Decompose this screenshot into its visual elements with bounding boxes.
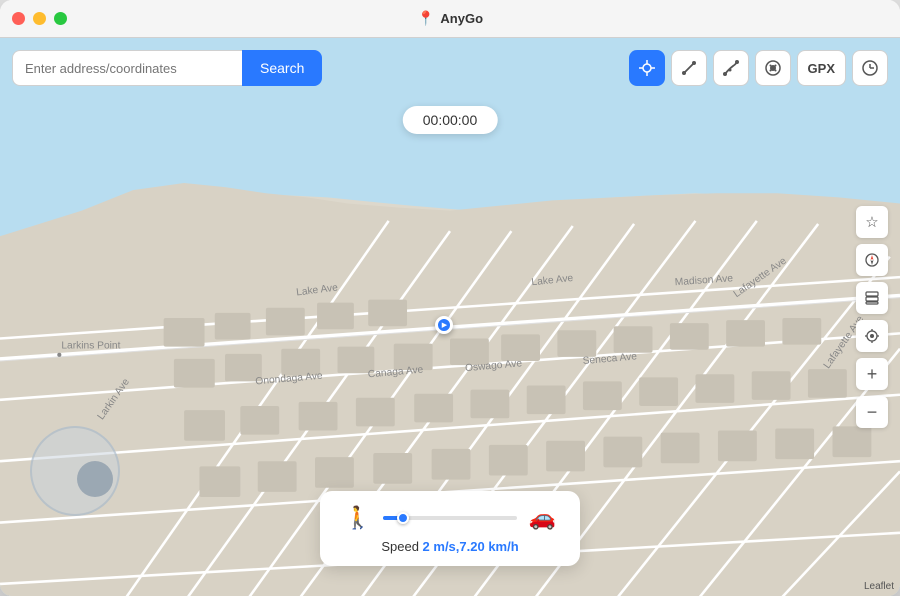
joystick-mode-icon — [764, 59, 782, 77]
search-button[interactable]: Search — [242, 50, 322, 86]
leaflet-credit: Leaflet — [864, 581, 894, 592]
titlebar: 📍 AnyGo — [0, 0, 900, 38]
search-input[interactable] — [12, 50, 242, 86]
zoom-out-icon: − — [867, 402, 878, 423]
traffic-lights — [12, 12, 67, 25]
speed-slider-thumb — [397, 512, 409, 524]
joystick-control[interactable] — [30, 426, 120, 516]
current-location-icon — [864, 328, 880, 344]
history-button[interactable] — [852, 50, 888, 86]
right-sidebar: ☆ — [856, 206, 888, 428]
single-route-button[interactable] — [671, 50, 707, 86]
toolbar-right: GPX — [629, 50, 888, 86]
app-title: AnyGo — [440, 11, 483, 26]
maximize-button[interactable] — [54, 12, 67, 25]
history-icon — [861, 59, 879, 77]
minimize-button[interactable] — [33, 12, 46, 25]
multi-route-icon — [722, 59, 740, 77]
zoom-in-button[interactable]: + — [856, 358, 888, 390]
joystick-mode-button[interactable] — [755, 50, 791, 86]
search-area: Search — [12, 50, 322, 86]
timer-display: 00:00:00 — [403, 106, 498, 134]
walk-icon: 🚶 — [344, 505, 371, 531]
compass-icon — [864, 252, 880, 268]
app-window: 📍 AnyGo — [0, 0, 900, 596]
teleport-button[interactable] — [629, 50, 665, 86]
speed-value: 2 m/s,7.20 km/h — [423, 539, 519, 554]
gpx-label: GPX — [808, 61, 835, 76]
single-route-icon — [680, 59, 698, 77]
star-icon: ☆ — [865, 213, 878, 231]
svg-text:Larkins Point: Larkins Point — [61, 341, 120, 352]
current-location-button[interactable] — [856, 320, 888, 352]
zoom-out-button[interactable]: − — [856, 396, 888, 428]
gpx-button[interactable]: GPX — [797, 50, 846, 86]
zoom-in-icon: + — [867, 364, 878, 385]
timer-value: 00:00:00 — [423, 112, 478, 128]
speed-label: Speed — [381, 539, 419, 554]
close-button[interactable] — [12, 12, 25, 25]
speed-display: Speed 2 m/s,7.20 km/h — [381, 539, 518, 554]
speed-slider-track[interactable] — [383, 516, 516, 520]
crosshair-icon — [638, 59, 656, 77]
layers-button[interactable] — [856, 282, 888, 314]
speed-panel: 🚶 🚗 Speed 2 m/s,7.20 km/h — [320, 491, 580, 566]
compass-button[interactable] — [856, 244, 888, 276]
title-area: 📍 AnyGo — [417, 10, 483, 27]
layers-icon — [864, 290, 880, 306]
star-button[interactable]: ☆ — [856, 206, 888, 238]
top-bar: Search — [12, 50, 888, 86]
joystick-knob — [77, 461, 113, 497]
map-container[interactable]: Lake Ave Lake Ave Onondaga Ave Canaga Av… — [0, 38, 900, 596]
speed-icons-row: 🚶 🚗 — [344, 505, 556, 531]
car-icon: 🚗 — [529, 505, 556, 531]
app-pin-icon: 📍 — [417, 10, 434, 27]
multi-route-button[interactable] — [713, 50, 749, 86]
location-marker — [435, 316, 453, 334]
